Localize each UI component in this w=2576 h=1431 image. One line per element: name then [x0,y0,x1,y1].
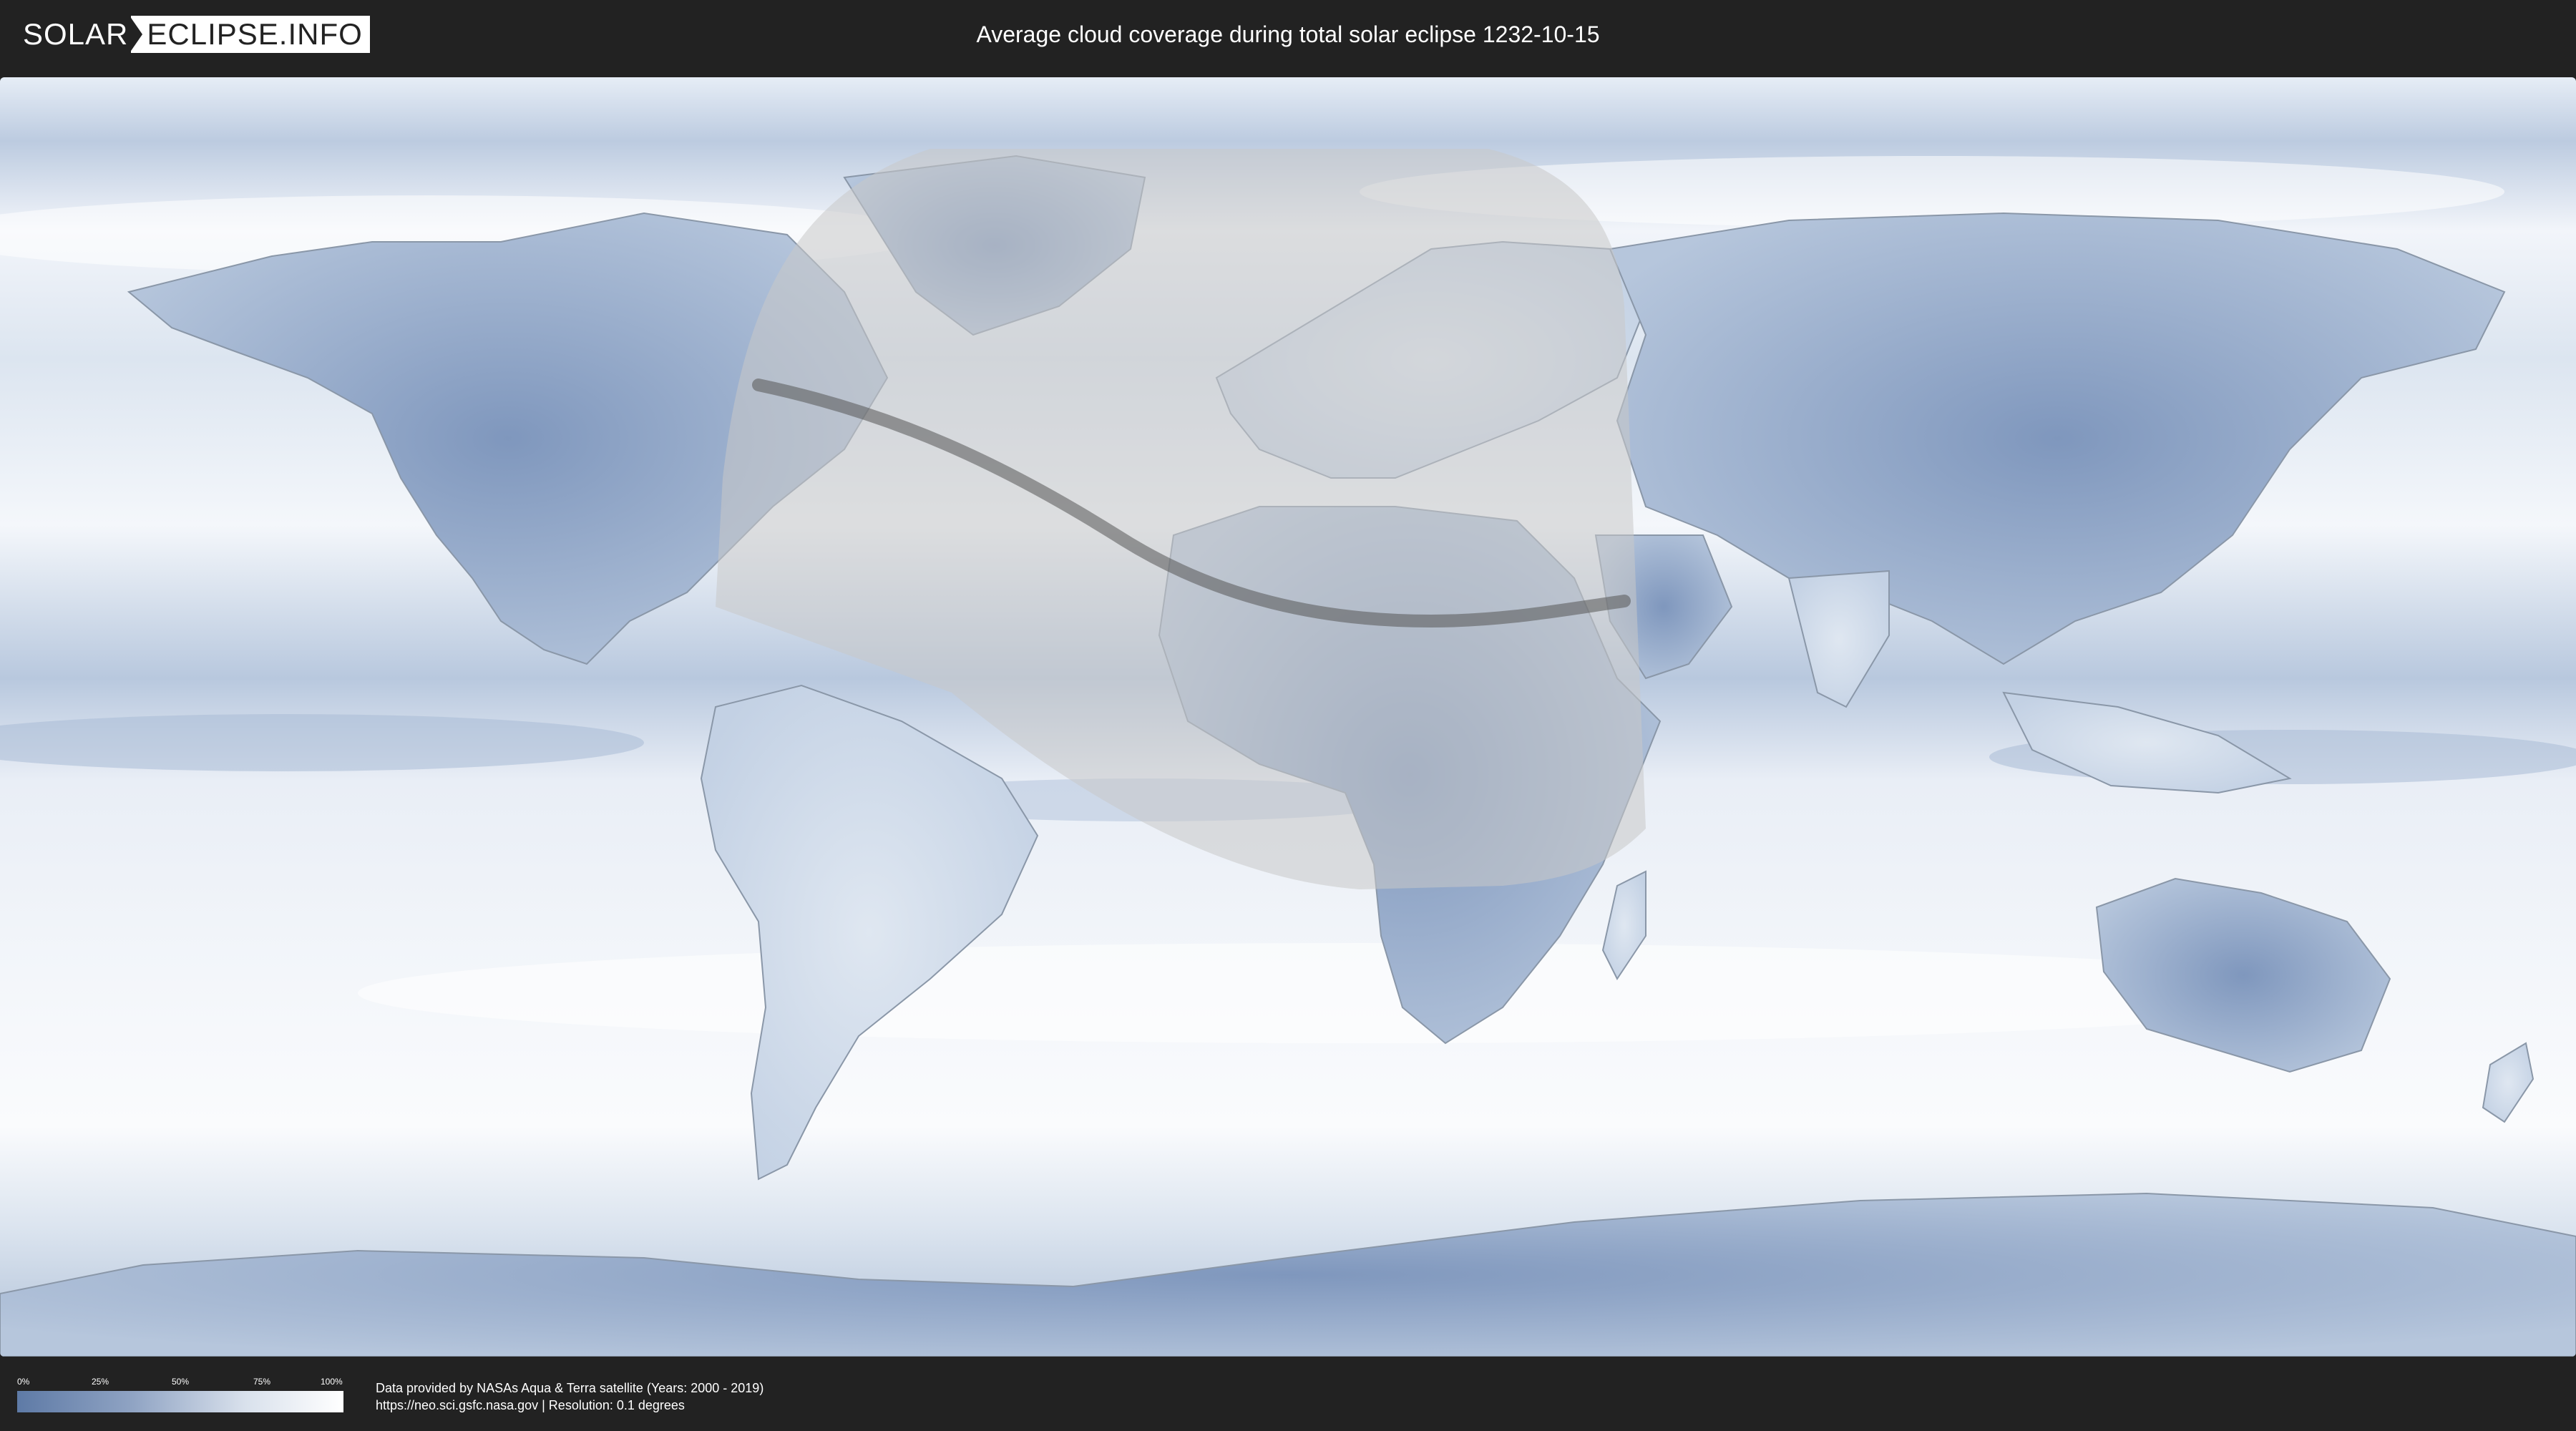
page: SOLAR ECLIPSE.INFO Average cloud coverag… [0,0,2576,1431]
page-title: Average cloud coverage during total sola… [976,21,1600,47]
credit-line-url[interactable]: https://neo.sci.gsfc.nasa.gov | Resoluti… [376,1397,763,1414]
legend-tick-100: 100% [321,1377,343,1387]
credit-line-source: Data provided by NASAs Aqua & Terra sate… [376,1381,764,1395]
legend-color-scale [17,1391,343,1412]
data-credits: Data provided by NASAs Aqua & Terra sate… [376,1379,763,1414]
cloud-coverage-map[interactable] [0,77,2576,1357]
header: SOLAR ECLIPSE.INFO Average cloud coverag… [0,0,2576,70]
cloud-coverage-legend: 0% 25% 50% 75% 100% [17,1377,343,1414]
legend-tick-25: 25% [92,1377,109,1387]
legend-tick-0: 0% [17,1377,30,1387]
legend-tick-50: 50% [172,1377,190,1387]
legend-tick-75: 75% [253,1377,271,1387]
footer: 0% 25% 50% 75% 100% Data provided by NAS… [0,1359,2576,1431]
